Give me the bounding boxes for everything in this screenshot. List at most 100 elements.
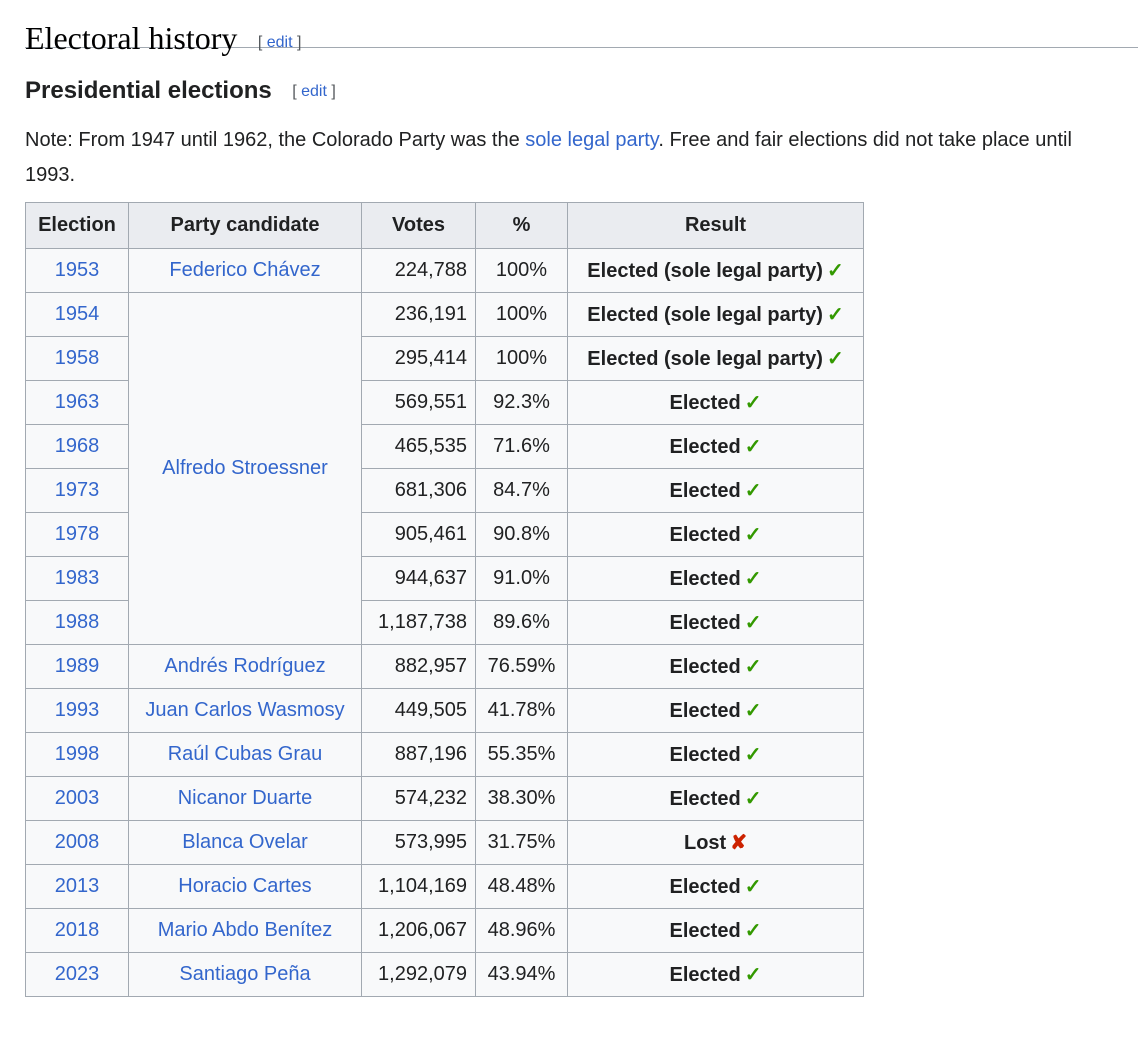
checkmark-icon: ✓	[826, 260, 844, 282]
table-row: 1993 Juan Carlos Wasmosy 449,505 41.78% Elec…	[25, 688, 864, 733]
checkmark-icon: ✓	[826, 304, 844, 326]
election-year-link[interactable]: 1989	[55, 655, 100, 677]
result-cell: Elected ✓	[567, 380, 864, 425]
candidate-link[interactable]: Federico Chávez	[169, 259, 320, 281]
subsection-heading: Presidential elections [ edit ]	[25, 76, 1138, 106]
result-text: Elected (sole legal party)	[587, 260, 823, 282]
election-year-link[interactable]: 1973	[55, 479, 100, 501]
checkmark-icon: ✓	[744, 480, 762, 502]
result-cell: Elected ✓	[567, 600, 864, 645]
percent-cell: 41.78%	[475, 688, 568, 733]
percent-cell: 100%	[475, 292, 568, 337]
sole-legal-party-link[interactable]: sole legal party	[525, 129, 658, 151]
percent-cell: 48.48%	[475, 864, 568, 909]
result-text: Elected	[669, 876, 741, 898]
result-text: Elected	[669, 524, 741, 546]
table-row: 2008 Blanca Ovelar 573,995 31.75% Lost ✘	[25, 820, 864, 865]
election-year-link[interactable]: 1968	[55, 435, 100, 457]
table-row: 2023 Santiago Peña 1,292,079 43.94% Elected ✓	[25, 952, 864, 997]
votes-cell: 905,461	[361, 512, 476, 557]
table-row: 1998 Raúl Cubas Grau 887,196 55.35% Elected ✓	[25, 732, 864, 777]
subsection-edit: [ edit ]	[292, 83, 336, 100]
result-text: Elected	[669, 700, 741, 722]
election-year-link[interactable]: 1998	[55, 743, 100, 765]
result-cell: Elected ✓	[567, 952, 864, 997]
result-cell: Elected (sole legal party) ✓	[567, 336, 864, 381]
result-cell: Elected ✓	[567, 424, 864, 469]
election-year-link[interactable]: 1963	[55, 391, 100, 413]
candidate-link[interactable]: Blanca Ovelar	[182, 831, 308, 853]
checkmark-icon: ✓	[744, 656, 762, 678]
header-percent: %	[475, 202, 568, 249]
candidate-link[interactable]: Andrés Rodríguez	[164, 655, 325, 677]
result-cell: Elected ✓	[567, 864, 864, 909]
table-row: 1954 Alfredo Stroessner 236,191 100% Elected…	[25, 292, 864, 645]
table-header-row: Election Party candidate Votes % Result	[25, 202, 864, 249]
election-year-link[interactable]: 2023	[55, 963, 100, 985]
election-year-cell: 2018	[25, 908, 129, 953]
election-year-link[interactable]: 1953	[55, 259, 100, 281]
percent-cell: 92.3%	[475, 380, 568, 425]
election-year-cell: 1993	[25, 688, 129, 733]
candidate-link[interactable]: Horacio Cartes	[178, 875, 311, 897]
percent-cell: 31.75%	[475, 820, 568, 865]
election-year-link[interactable]: 1954	[55, 303, 100, 325]
votes-cell: 1,104,169	[361, 864, 476, 909]
votes-cell: 887,196	[361, 732, 476, 777]
result-cell: Lost ✘	[567, 820, 864, 865]
percent-cell: 84.7%	[475, 468, 568, 513]
section-heading: Electoral history [ edit ]	[25, 0, 1138, 56]
checkmark-icon: ✓	[744, 964, 762, 986]
edit-link[interactable]: edit	[267, 34, 293, 51]
election-year-link[interactable]: 1983	[55, 567, 100, 589]
votes-cell: 465,535	[361, 424, 476, 469]
candidate-link[interactable]: Mario Abdo Benítez	[158, 919, 333, 941]
result-text: Elected	[669, 480, 741, 502]
header-result: Result	[567, 202, 864, 249]
votes-cell: 574,232	[361, 776, 476, 821]
election-year-cell: 1958	[25, 336, 129, 381]
election-year-cell: 1998	[25, 732, 129, 777]
election-year-link[interactable]: 1993	[55, 699, 100, 721]
checkmark-icon: ✓	[744, 876, 762, 898]
election-year-link[interactable]: 2018	[55, 919, 100, 941]
result-text: Elected	[669, 920, 741, 942]
checkmark-icon: ✓	[744, 612, 762, 634]
edit-link[interactable]: edit	[301, 83, 327, 100]
candidate-link[interactable]: Alfredo Stroessner	[162, 457, 328, 479]
election-year-cell: 1978	[25, 512, 129, 557]
table-row: 2003 Nicanor Duarte 574,232 38.30% Elected ✓	[25, 776, 864, 821]
percent-cell: 100%	[475, 336, 568, 381]
candidate-cell: Alfredo Stroessner	[128, 292, 362, 645]
election-year-cell: 1953	[25, 248, 129, 293]
candidate-cell: Raúl Cubas Grau	[128, 732, 362, 777]
votes-cell: 681,306	[361, 468, 476, 513]
election-year-link[interactable]: 1958	[55, 347, 100, 369]
candidate-link[interactable]: Raúl Cubas Grau	[168, 743, 323, 765]
percent-cell: 89.6%	[475, 600, 568, 645]
election-year-link[interactable]: 1978	[55, 523, 100, 545]
result-cell: Elected ✓	[567, 688, 864, 733]
election-year-link[interactable]: 2013	[55, 875, 100, 897]
elections-table: Election Party candidate Votes % Result …	[25, 202, 864, 997]
result-cell: Elected ✓	[567, 908, 864, 953]
candidate-link[interactable]: Nicanor Duarte	[178, 787, 313, 809]
result-text: Elected	[669, 656, 741, 678]
election-year-cell: 1963	[25, 380, 129, 425]
votes-cell: 882,957	[361, 644, 476, 689]
table-body: 1953 Federico Chávez 224,788 100% Elected (s…	[25, 248, 864, 997]
percent-cell: 43.94%	[475, 952, 568, 997]
candidate-cell: Blanca Ovelar	[128, 820, 362, 865]
candidate-link[interactable]: Juan Carlos Wasmosy	[145, 699, 344, 721]
candidate-link[interactable]: Santiago Peña	[179, 963, 310, 985]
election-year-link[interactable]: 1988	[55, 611, 100, 633]
election-year-link[interactable]: 2008	[55, 831, 100, 853]
votes-cell: 1,187,738	[361, 600, 476, 645]
header-votes: Votes	[361, 202, 476, 249]
checkmark-icon: ✓	[744, 744, 762, 766]
section-title: Electoral history	[25, 20, 238, 56]
percent-cell: 48.96%	[475, 908, 568, 953]
result-text: Elected (sole legal party)	[587, 304, 823, 326]
election-year-link[interactable]: 2003	[55, 787, 100, 809]
percent-cell: 90.8%	[475, 512, 568, 557]
